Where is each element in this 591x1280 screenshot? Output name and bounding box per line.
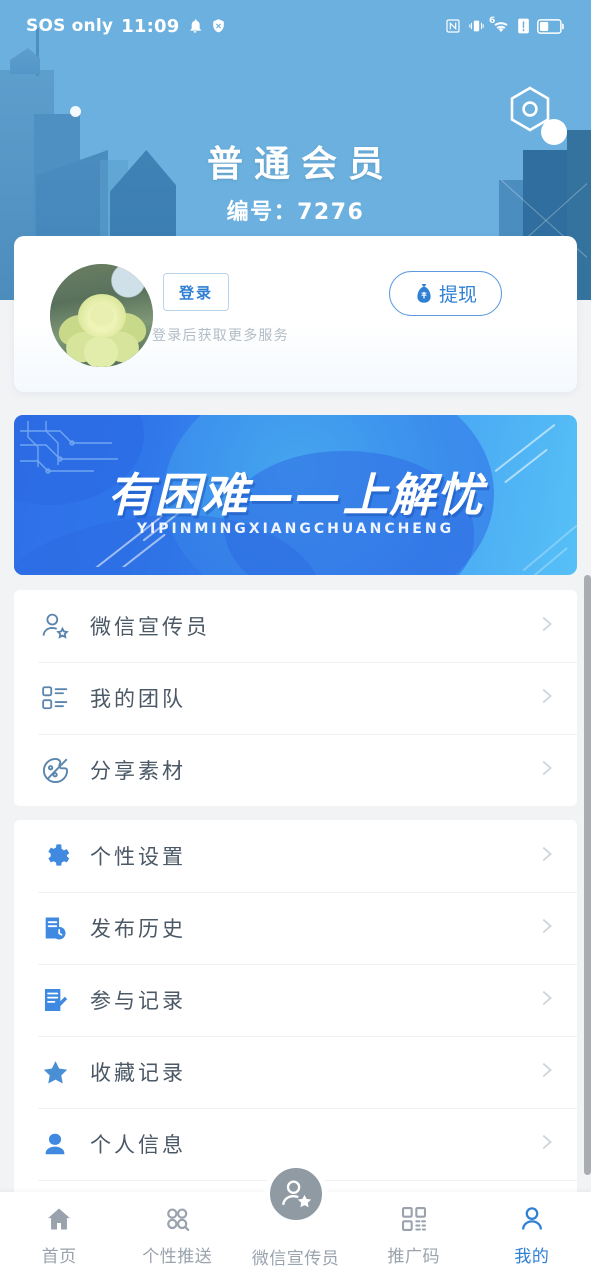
circles-icon (163, 1205, 191, 1237)
menu-item-label: 微信宣传员 (90, 615, 210, 639)
status-right: 6 (445, 15, 565, 34)
banner-pinyin: YIPINMINGXIANGCHUANCHENG (136, 521, 455, 537)
chevron-right-icon (535, 915, 557, 941)
menu-item-participation-record[interactable]: 参与记录 (14, 964, 577, 1036)
person-outline-icon (518, 1205, 546, 1237)
menu-item-label: 个性设置 (90, 845, 186, 869)
promo-banner[interactable]: 有困难——上解忧 YIPINMINGXIANGCHUANCHENG (14, 415, 577, 575)
sim-alert-icon (517, 18, 530, 34)
person-icon (38, 1127, 72, 1161)
menu-item-label: 参与记录 (90, 989, 186, 1013)
chevron-right-icon (535, 843, 557, 869)
menu-item-label: 我的团队 (90, 687, 186, 711)
tab-mine[interactable]: 我的 (473, 1192, 591, 1280)
qr-code-icon (400, 1205, 428, 1237)
person-star-outline-icon (38, 609, 72, 643)
chevron-right-icon (535, 987, 557, 1013)
withdraw-button[interactable]: 提现 (389, 271, 502, 316)
member-number: 编号：7276 (226, 200, 365, 225)
chevron-right-icon (535, 685, 557, 711)
chevron-right-icon (535, 613, 557, 639)
menu-item-share-material[interactable]: 分享素材 (14, 734, 577, 806)
tab-label: 我的 (514, 1247, 550, 1267)
menu-item-label: 发布历史 (90, 917, 186, 941)
bell-icon (187, 18, 203, 34)
menu-item-label: 个人信息 (90, 1133, 186, 1157)
shield-off-icon (211, 18, 226, 34)
bottom-tab-bar: 首页 个性推送 微信宣传员 推广码 我的 (0, 1162, 591, 1280)
page-title: 普通会员 (206, 144, 395, 185)
wifi-6-icon: 6 (489, 15, 510, 34)
tab-label: 推广码 (387, 1247, 440, 1267)
hex-gear-icon[interactable] (507, 85, 569, 147)
document-pen-icon (38, 983, 72, 1017)
avatar-petal (84, 336, 118, 367)
carrier-label: SOS only (26, 16, 114, 36)
gear-icon (38, 839, 72, 873)
chevron-right-icon (535, 1131, 557, 1157)
avatar[interactable] (50, 264, 153, 367)
star-icon (38, 1055, 72, 1089)
menu-item-favorites-record[interactable]: 收藏记录 (14, 1036, 577, 1108)
chevron-right-icon (535, 757, 557, 783)
tab-wechat-promoter[interactable]: 微信宣传员 (236, 1162, 354, 1280)
menu-item-personal-settings[interactable]: 个性设置 (14, 820, 577, 892)
profile-card (14, 236, 577, 392)
document-clock-icon (38, 911, 72, 945)
status-left: SOS only 11:09 (26, 16, 226, 37)
menu-item-publish-history[interactable]: 发布历史 (14, 892, 577, 964)
vertical-scrollbar[interactable] (584, 575, 591, 1175)
login-hint-text: 登录后获取更多服务 (152, 328, 289, 344)
home-icon (45, 1205, 73, 1237)
menu-item-my-team[interactable]: 我的团队 (14, 662, 577, 734)
chevron-right-icon (535, 1059, 557, 1085)
money-bag-icon (414, 283, 434, 304)
tab-promo-code[interactable]: 推广码 (355, 1192, 473, 1280)
person-star-icon (263, 1162, 328, 1226)
tab-label: 首页 (41, 1247, 77, 1267)
menu-item-label: 分享素材 (90, 759, 186, 783)
menu-group-1: 微信宣传员 我的团队 分享素材 (14, 590, 577, 806)
withdraw-label: 提现 (438, 284, 477, 306)
menu-item-label: 收藏记录 (90, 1061, 186, 1085)
avatar-flower-center (90, 304, 114, 326)
share-material-outline-icon (38, 753, 72, 787)
battery-icon (537, 18, 565, 34)
banner-title: 有困难——上解忧 (107, 468, 484, 522)
gear-badge-dot (541, 119, 567, 145)
vibrate-icon (468, 18, 485, 34)
moon-icon (70, 106, 81, 117)
wifi-generation-label: 6 (489, 15, 496, 26)
app-screen: 普通会员 编号：7276 SOS only 11:09 6 登录 登录后获取更多… (0, 0, 591, 1280)
team-list-outline-icon (38, 681, 72, 715)
tab-label: 微信宣传员 (251, 1248, 340, 1269)
tab-label: 个性推送 (142, 1247, 213, 1267)
status-bar: SOS only 11:09 6 (0, 0, 591, 52)
menu-item-wechat-promoter[interactable]: 微信宣传员 (14, 590, 577, 662)
tab-home[interactable]: 首页 (0, 1192, 118, 1280)
login-button[interactable]: 登录 (163, 273, 229, 311)
clock-label: 11:09 (121, 15, 180, 37)
tab-personal-push[interactable]: 个性推送 (118, 1192, 236, 1280)
nfc-icon (445, 18, 461, 34)
